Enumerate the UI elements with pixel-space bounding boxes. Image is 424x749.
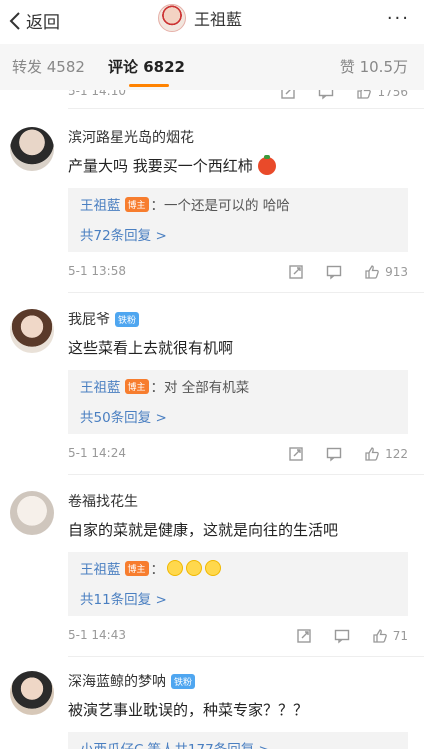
fan-badge: 铁粉	[115, 311, 140, 327]
reply-author[interactable]: 王祖藍	[80, 558, 121, 578]
tab-comments[interactable]: 评论 6822	[108, 56, 185, 77]
smile-emoji-icon	[205, 560, 222, 576]
reply-box[interactable]: 王祖藍 博主 ：对 全部有机菜 共50条回复 >	[68, 370, 408, 434]
like-button[interactable]: 122	[364, 446, 408, 462]
view-replies-link[interactable]: 共72条回复 >	[80, 224, 396, 244]
share-icon[interactable]	[296, 628, 312, 644]
avatar[interactable]	[10, 491, 54, 535]
like-count: 122	[385, 447, 408, 461]
reply-author[interactable]: 王祖藍	[80, 376, 121, 396]
active-tab-indicator	[129, 84, 169, 87]
comment-text-content: 自家的菜就是健康，这就是向往的生活吧	[68, 521, 339, 539]
tab-bar: 转发 4582 评论 6822 赞 10.5万	[0, 44, 424, 90]
comment-feed[interactable]: 5-1 14:10 1756 滨河路星光岛的烟花 产量大吗 我要买一个西红柿 王…	[0, 90, 424, 749]
comment-meta-row: 5-1 14:10 1756	[0, 90, 424, 104]
reply-box[interactable]: 小西瓜仔C 等人 共177条回复 >	[68, 732, 408, 749]
more-options-icon[interactable]: ···	[387, 8, 410, 29]
share-icon[interactable]	[288, 446, 304, 462]
account-title[interactable]: 王祖藍	[158, 4, 242, 32]
like-button[interactable]: 913	[364, 264, 408, 280]
avatar[interactable]	[10, 127, 54, 171]
host-badge: 博主	[124, 378, 149, 394]
commenter-name-text: 深海蓝鲸的梦呐	[68, 674, 166, 690]
reply-line: 王祖藍 博主 ：	[80, 558, 396, 578]
reply-line: 王祖藍 博主 ：一个还是可以的 哈哈	[80, 194, 396, 214]
thumbs-up-icon	[365, 265, 379, 279]
view-replies-link[interactable]: 共177条回复 >	[174, 738, 269, 749]
commenter-name[interactable]: 我屁爷 铁粉	[68, 309, 424, 329]
comment-time: 5-1 13:58	[68, 264, 126, 278]
fan-badge: 铁粉	[171, 673, 196, 689]
commenter-name[interactable]: 滨河路星光岛的烟花	[68, 127, 424, 147]
reply-line: 王祖藍 博主 ：对 全部有机菜	[80, 376, 396, 396]
host-badge: 博主	[124, 196, 149, 212]
comment-meta-row: 5-1 14:24 122	[0, 446, 424, 466]
comment-meta-row: 5-1 13:58 913	[0, 264, 424, 284]
divider	[68, 108, 424, 109]
smile-emoji-icon	[167, 560, 184, 576]
comment-meta-row: 5-1 14:43 71	[0, 628, 424, 648]
view-replies-link[interactable]: 共50条回复 >	[80, 406, 396, 426]
comment-item: 我屁爷 铁粉 这些菜看上去就很有机啊 王祖藍 博主 ：对 全部有机菜 共50条回复…	[0, 309, 424, 434]
like-count: 1756	[377, 90, 408, 99]
like-count: 913	[385, 265, 408, 279]
comment-text: 这些菜看上去就很有机啊	[68, 337, 424, 358]
comment-text-content: 产量大吗 我要买一个西红柿	[68, 157, 253, 175]
comment-item: 深海蓝鲸的梦呐铁粉 被演艺事业耽误的，种菜专家？？？ 小西瓜仔C 等人 共177…	[0, 671, 424, 749]
commenter-name-text: 我屁爷	[68, 312, 110, 328]
comment-item: 卷福找花生 自家的菜就是健康，这就是向往的生活吧 王祖藍 博主 ： 共11条回复…	[0, 491, 424, 616]
tab-likes[interactable]: 赞 10.5万	[340, 56, 408, 77]
comment-text: 自家的菜就是健康，这就是向往的生活吧	[68, 519, 424, 540]
commenter-name-text: 卷福找花生	[68, 494, 138, 510]
avatar[interactable]	[10, 671, 54, 715]
reply-line: 小西瓜仔C 等人 共177条回复 >	[80, 738, 396, 749]
commenter-name-text: 滨河路星光岛的烟花	[68, 130, 194, 146]
comment-text-content: 这些菜看上去就很有机啊	[68, 339, 234, 357]
tomato-emoji-icon	[257, 154, 276, 175]
thumbs-up-icon	[365, 447, 379, 461]
smile-emoji-icon	[186, 560, 203, 576]
thumbs-up-icon	[373, 629, 387, 643]
like-button[interactable]: 71	[372, 628, 408, 644]
comment-icon[interactable]	[334, 628, 350, 644]
comment-icon[interactable]	[318, 90, 334, 100]
share-icon[interactable]	[280, 90, 296, 100]
divider	[68, 656, 424, 657]
comment-icon[interactable]	[326, 446, 342, 462]
thumbs-up-icon	[357, 90, 372, 99]
comment-item: 滨河路星光岛的烟花 产量大吗 我要买一个西红柿 王祖藍 博主 ：一个还是可以的 …	[0, 127, 424, 252]
comment-time: 5-1 14:43	[68, 628, 126, 642]
comment-text: 产量大吗 我要买一个西红柿	[68, 154, 424, 176]
view-replies-link[interactable]: 共11条回复 >	[80, 588, 396, 608]
share-icon[interactable]	[288, 264, 304, 280]
tab-repost[interactable]: 转发 4582	[12, 56, 85, 77]
like-button[interactable]: 1756	[356, 90, 408, 100]
back-label: 返回	[26, 13, 60, 33]
chevron-left-icon	[9, 11, 20, 30]
comment-text-content: 被演艺事业耽误的，种菜专家？？？	[68, 701, 309, 719]
reply-text: ：对 全部有机菜	[150, 380, 250, 396]
avatar[interactable]	[10, 309, 54, 353]
host-badge: 博主	[124, 560, 149, 576]
comment-icon[interactable]	[326, 264, 342, 280]
back-button[interactable]: 返回	[8, 8, 60, 33]
reply-text: ：	[150, 562, 165, 578]
divider	[68, 474, 424, 475]
reply-author[interactable]: 王祖藍	[80, 194, 121, 214]
comment-time: 5-1 14:10	[68, 90, 126, 98]
like-count: 71	[392, 629, 408, 643]
reply-box[interactable]: 王祖藍 博主 ：一个还是可以的 哈哈 共72条回复 >	[68, 188, 408, 252]
reply-author[interactable]: 小西瓜仔C	[80, 738, 143, 749]
avatar	[158, 4, 186, 32]
reply-text: 等人	[147, 738, 174, 749]
comment-text: 被演艺事业耽误的，种菜专家？？？	[68, 699, 424, 720]
commenter-name[interactable]: 卷福找花生	[68, 491, 424, 511]
top-bar: 返回 王祖藍 ···	[0, 0, 424, 40]
reply-box[interactable]: 王祖藍 博主 ： 共11条回复 >	[68, 552, 408, 616]
comment-time: 5-1 14:24	[68, 446, 126, 460]
divider	[68, 292, 424, 293]
commenter-name[interactable]: 深海蓝鲸的梦呐 铁粉	[68, 671, 424, 691]
account-name: 王祖藍	[194, 10, 243, 29]
reply-text: ：一个还是可以的 哈哈	[150, 198, 290, 214]
